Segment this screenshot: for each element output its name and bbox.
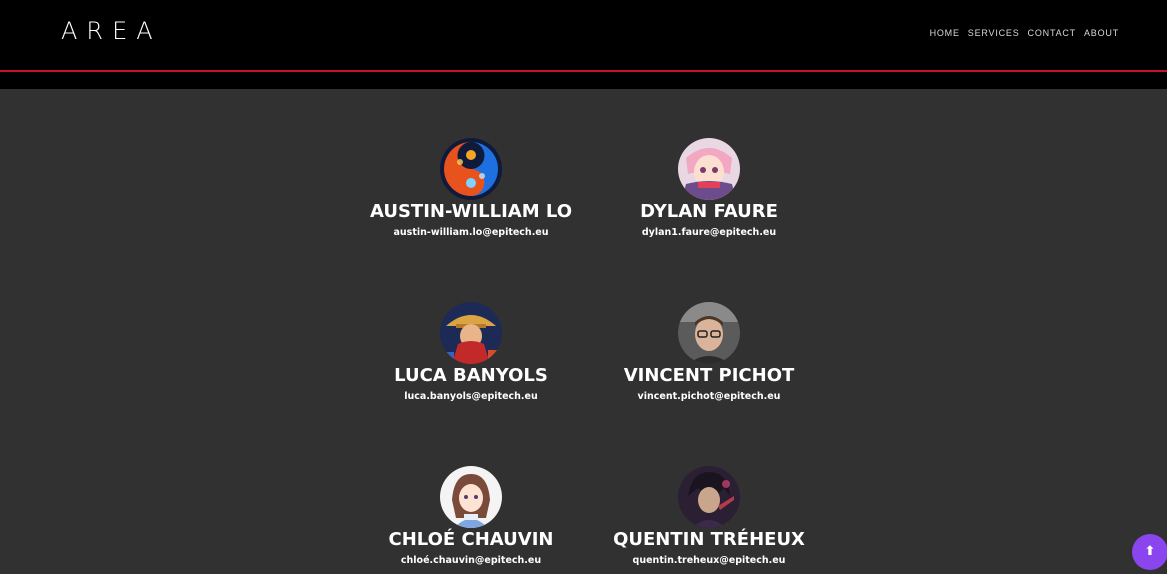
team-member-card: VINCENT PICHOT vincent.pichot@epitech.eu — [579, 302, 839, 402]
avatar — [440, 138, 502, 200]
avatar-image — [440, 302, 502, 364]
member-name: QUENTIN TRÉHEUX — [613, 529, 805, 550]
member-email[interactable]: luca.banyols@epitech.eu — [341, 391, 601, 402]
avatar — [440, 302, 502, 364]
avatar-image — [678, 302, 740, 364]
member-email[interactable]: quentin.treheux@epitech.eu — [579, 555, 839, 566]
member-name: VINCENT PICHOT — [623, 365, 795, 386]
member-email[interactable]: austin-william.lo@epitech.eu — [341, 227, 601, 238]
nav-about-link[interactable]: ABOUT — [1084, 28, 1119, 38]
member-name: LUCA BANYOLS — [394, 365, 548, 386]
main-nav: HOME SERVICES CONTACT ABOUT — [930, 28, 1119, 38]
avatar-image — [440, 138, 502, 200]
member-email[interactable]: dylan1.faure@epitech.eu — [579, 227, 839, 238]
team-member-card: QUENTIN TRÉHEUX quentin.treheux@epitech.… — [579, 466, 839, 566]
avatar — [678, 138, 740, 200]
team-member-card: DYLAN FAURE dylan1.faure@epitech.eu — [579, 138, 839, 238]
avatar — [678, 302, 740, 364]
member-name: AUSTIN-WILLIAM LO — [369, 201, 573, 222]
team-member-card: LUCA BANYOLS luca.banyols@epitech.eu — [341, 302, 601, 402]
site-logo[interactable]: AREA — [61, 17, 162, 45]
member-name: CHLOÉ CHAUVIN — [388, 529, 554, 550]
team-section: AUSTIN-WILLIAM LO austin-william.lo@epit… — [0, 89, 1167, 574]
nav-contact-link[interactable]: CONTACT — [1028, 28, 1076, 38]
arrow-up-icon: ⬆ — [1144, 544, 1156, 559]
site-header: AREA HOME SERVICES CONTACT ABOUT — [0, 0, 1167, 70]
avatar-image — [440, 466, 502, 528]
avatar-image — [678, 138, 740, 200]
nav-services-link[interactable]: SERVICES — [968, 28, 1020, 38]
team-member-card: CHLOÉ CHAUVIN chloé.chauvin@epitech.eu — [341, 466, 601, 566]
scroll-to-top-button[interactable]: ⬆ — [1132, 534, 1167, 570]
member-email[interactable]: chloé.chauvin@epitech.eu — [341, 555, 601, 566]
member-email[interactable]: vincent.pichot@epitech.eu — [579, 391, 839, 402]
avatar-image — [678, 466, 740, 528]
team-member-card: AUSTIN-WILLIAM LO austin-william.lo@epit… — [341, 138, 601, 238]
nav-home-link[interactable]: HOME — [930, 28, 960, 38]
avatar — [440, 466, 502, 528]
avatar — [678, 466, 740, 528]
header-bottom-band — [0, 72, 1167, 89]
member-name: DYLAN FAURE — [640, 201, 778, 222]
